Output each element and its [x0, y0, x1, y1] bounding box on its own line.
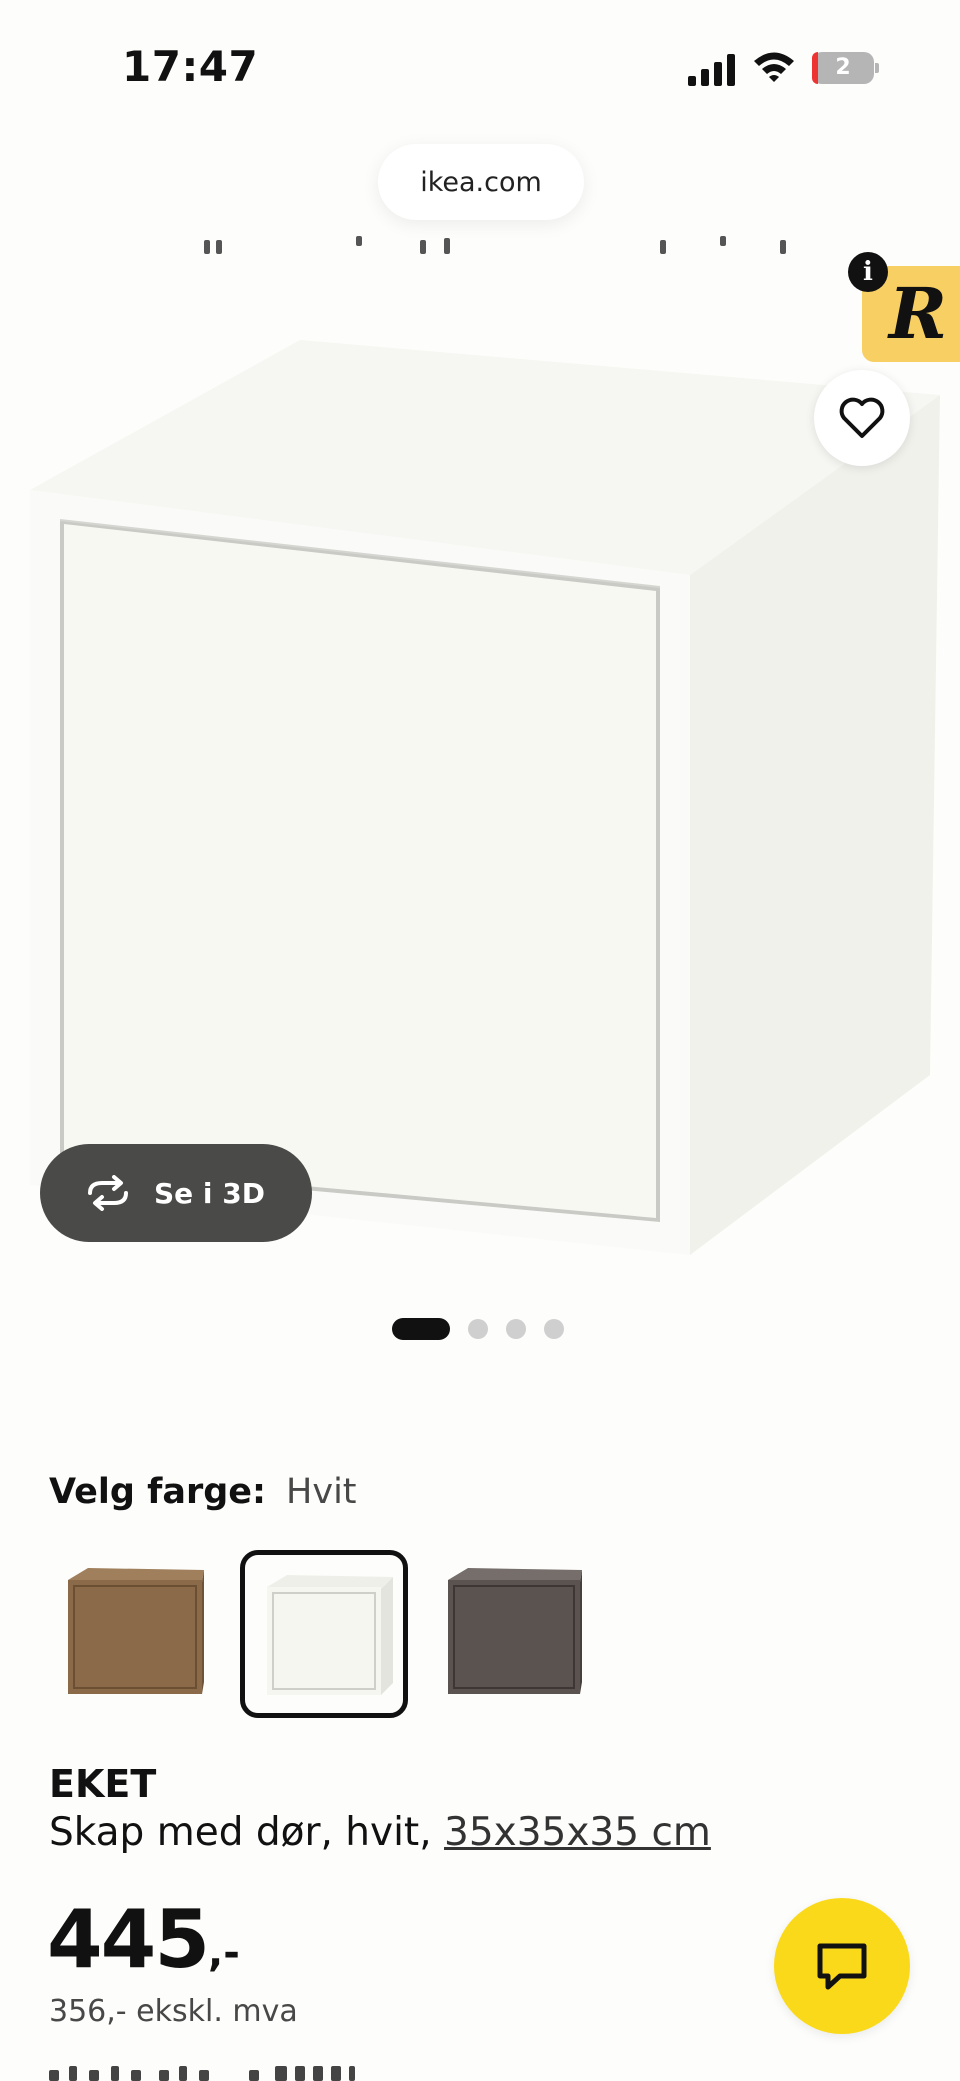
- swatch-dark-grey[interactable]: [440, 1550, 608, 1718]
- clipped-text-fragment-bottom: [49, 2066, 355, 2081]
- product-description: Skap med dør, hvit, 35x35x35 cm: [49, 1810, 711, 1855]
- view-3d-button[interactable]: Se i 3D: [40, 1144, 312, 1242]
- color-picker-label: Velg farge:: [49, 1472, 267, 1512]
- info-icon[interactable]: i: [848, 252, 888, 292]
- size-link[interactable]: 35x35x35 cm: [444, 1810, 711, 1855]
- url-bar[interactable]: ikea.com: [378, 144, 584, 220]
- battery-icon: 2: [812, 52, 879, 84]
- rotate-3d-icon: [88, 1175, 128, 1211]
- clipped-text-fragment: [204, 236, 786, 254]
- view-3d-label: Se i 3D: [154, 1176, 265, 1210]
- status-time: 17:47: [122, 42, 259, 91]
- white-cabinet-thumbnail: [267, 1575, 393, 1695]
- carousel-indicator: [392, 1318, 564, 1340]
- wifi-icon: [754, 52, 794, 82]
- color-picker-label-row: Velg farge: Hvit: [49, 1472, 357, 1512]
- carousel-dot-3[interactable]: [506, 1319, 526, 1339]
- carousel-dot-2[interactable]: [468, 1319, 488, 1339]
- price-main: 445: [47, 1893, 210, 1986]
- swatch-walnut-effect[interactable]: [56, 1550, 224, 1718]
- product-price: 445 ,-: [47, 1890, 240, 1990]
- swatch-white[interactable]: [240, 1550, 408, 1718]
- r-logo-icon: R: [888, 272, 948, 355]
- carousel-dot-1[interactable]: [392, 1318, 450, 1340]
- favorite-button[interactable]: [814, 370, 910, 466]
- product-name: EKET: [49, 1762, 157, 1806]
- product-description-text: Skap med dør, hvit,: [49, 1810, 445, 1855]
- price-excl-vat: 356,- ekskl. mva: [49, 1994, 298, 2029]
- cellular-signal-icon: [688, 54, 735, 86]
- chat-button[interactable]: [774, 1898, 910, 2034]
- carousel-dot-4[interactable]: [544, 1319, 564, 1339]
- selected-color: Hvit: [286, 1472, 357, 1512]
- heart-icon: [839, 397, 885, 438]
- battery-level: 2: [835, 55, 851, 80]
- dark-grey-cabinet-thumbnail: [448, 1568, 582, 1694]
- product-image[interactable]: [0, 300, 960, 1280]
- walnut-cabinet-thumbnail: [68, 1568, 204, 1694]
- chat-bubble-icon: [817, 1943, 867, 1990]
- price-suffix: ,-: [208, 1930, 240, 1976]
- status-bar: 17:47 2: [0, 0, 960, 140]
